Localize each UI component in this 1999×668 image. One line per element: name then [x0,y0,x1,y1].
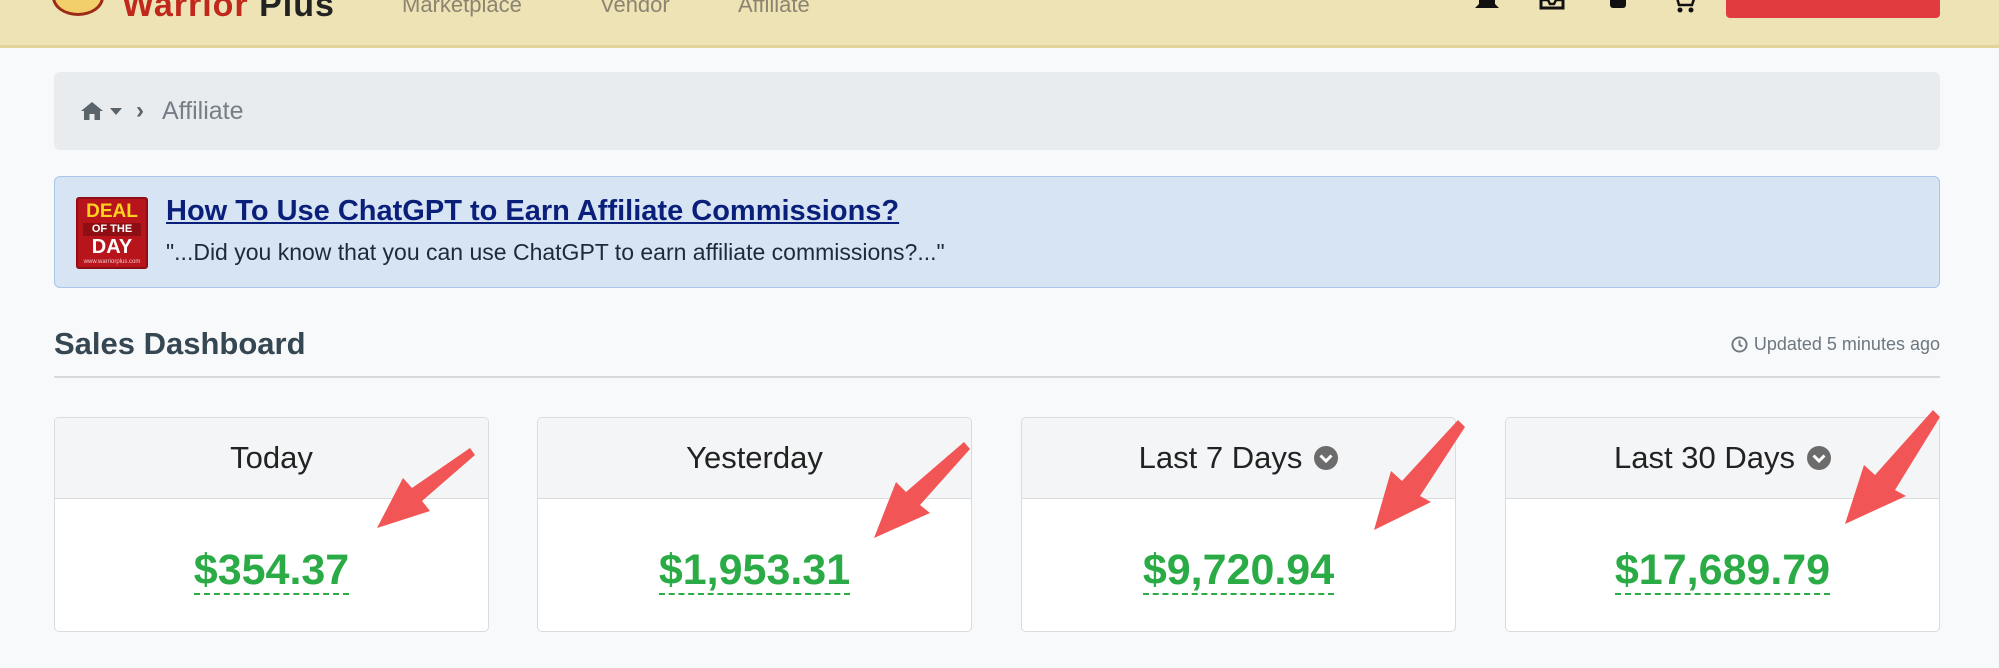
logo-icon[interactable] [52,0,104,16]
sales-card-last-30-days: Last 30 Days $17,689.79 [1505,417,1940,632]
logo-word: Warrior [122,0,249,24]
chevron-down-icon[interactable] [110,107,122,115]
card-value[interactable]: $17,689.79 [1614,547,1831,595]
card-header[interactable]: Last 7 Days [1022,418,1455,499]
card-body: $17,689.79 [1506,499,1939,631]
chevron-down-circle-icon[interactable] [1806,446,1831,470]
card-value[interactable]: $9,720.94 [1142,547,1335,595]
card-header[interactable]: Last 30 Days [1506,418,1939,499]
deal-title-link[interactable]: How To Use ChatGPT to Earn Affiliate Com… [166,195,899,228]
chevron-down-circle-icon[interactable] [1314,446,1339,470]
home-icon[interactable] [80,101,104,121]
nav-link-vendor[interactable]: Vendor [600,0,670,18]
breadcrumb: › Affiliate [54,72,1940,150]
badge-line1: DEAL [86,201,138,222]
clock-icon [1731,336,1748,353]
breadcrumb-current: Affiliate [162,96,244,125]
updated-status: Updated 5 minutes ago [1731,334,1940,355]
badge-line2: OF THE [83,223,141,236]
nav-link-affiliate[interactable]: Affiliate [738,0,810,18]
deal-of-the-day-badge: DEAL OF THE DAY www.warriorplus.com [76,197,148,269]
card-body: $1,953.31 [538,499,971,631]
user-icon[interactable] [1604,0,1632,14]
cart-icon[interactable] [1670,0,1698,14]
card-label: Last 30 Days [1614,440,1795,475]
deal-of-the-day-banner: DEAL OF THE DAY www.warriorplus.com How … [54,176,1940,288]
card-body: $9,720.94 [1022,499,1455,631]
card-header: Today [55,418,488,499]
card-label: Yesterday [686,440,823,475]
user-menu-button[interactable] [1726,0,1940,18]
inbox-icon[interactable] [1538,0,1566,14]
chevron-right-icon: › [136,97,144,124]
deal-quote: "...Did you know that you can use ChatGP… [166,239,945,265]
logo-plus: Plus [259,0,335,24]
sales-card-today: Today $354.37 [54,417,489,632]
card-body: $354.37 [55,499,488,631]
nav-link-marketplace[interactable]: Marketplace [402,0,522,18]
page-title: Sales Dashboard [54,326,306,361]
sales-card-yesterday: Yesterday $1,953.31 [537,417,972,632]
card-label: Last 7 Days [1138,440,1303,475]
card-label: Today [230,440,313,475]
top-navbar: Warrior Plus Marketplace Vendor Affiliat… [0,0,1999,48]
card-header: Yesterday [538,418,971,499]
logo[interactable]: Warrior Plus [122,0,335,25]
bell-icon[interactable] [1473,0,1501,14]
badge-line3: DAY [91,236,133,258]
badge-line4: www.warriorplus.com [83,259,141,265]
sales-card-last-7-days: Last 7 Days $9,720.94 [1021,417,1456,632]
updated-text: Updated 5 minutes ago [1753,334,1940,354]
divider [54,376,1940,378]
card-value[interactable]: $354.37 [193,547,350,595]
card-value[interactable]: $1,953.31 [658,547,851,595]
